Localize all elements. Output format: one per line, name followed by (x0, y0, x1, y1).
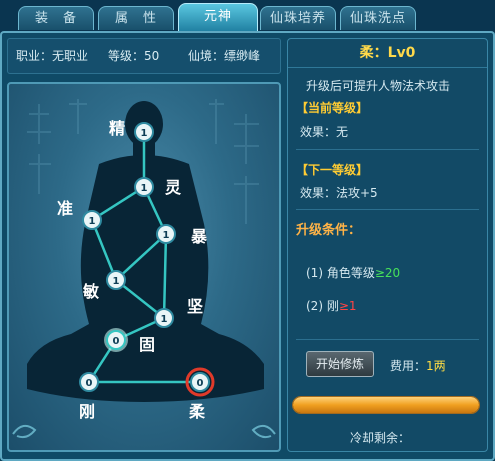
current-effect: 效果：无 (300, 125, 349, 139)
condition-level-value: ≥20 (374, 266, 401, 280)
condition-gang: (2) 刚≥1 (306, 297, 357, 314)
divider (296, 209, 479, 210)
node-label: 灵 (165, 178, 182, 197)
node-level: 1 (161, 314, 168, 325)
level-text: 等级：50 (108, 49, 160, 63)
node-level: 1 (89, 216, 96, 227)
current-level-header: 【当前等级】 (296, 101, 369, 115)
divider (296, 339, 479, 340)
node-label: 坚 (187, 297, 203, 316)
cooldown-bar-fill (293, 397, 479, 413)
cost-label: 费用： (390, 359, 427, 373)
cooldown-label: 冷却剩余： (350, 431, 411, 445)
node-level: 0 (113, 336, 120, 347)
tab-spirit[interactable]: 元神 (178, 3, 258, 32)
node-label: 刚 (79, 402, 95, 421)
node-label: 暴 (190, 227, 208, 246)
tab-pearl-reset[interactable]: 仙珠洗点 (340, 6, 416, 30)
cultivation-window: 装 备 属 性 元神 仙珠培养 仙珠洗点 职业：无职业 等级：50 仙境：缥缈峰 (0, 0, 495, 461)
skill-title: 柔：Lv0 (288, 39, 487, 68)
next-effect: 效果：法攻+5 (300, 186, 378, 200)
node-level: 1 (113, 276, 120, 287)
condition-level-label: (1) 角色等级 (306, 266, 375, 280)
tab-attributes[interactable]: 属 性 (98, 6, 174, 30)
node-level: 0 (197, 378, 204, 389)
node-label: 敏 (82, 282, 100, 301)
start-cultivation-button[interactable]: 开始修炼 (306, 351, 374, 377)
node-level: 0 (86, 378, 93, 389)
condition-gang-label: (2) 刚 (306, 299, 339, 313)
condition-gang-value: ≥1 (338, 299, 357, 313)
profession-text: 职业：无职业 (16, 49, 89, 63)
node-label: 精 (109, 119, 125, 138)
cost-value: 1两 (426, 359, 446, 373)
cost-text: 费用：1两 (390, 357, 446, 374)
divider (296, 149, 479, 150)
node-level: 1 (141, 128, 148, 139)
next-level-header: 【下一等级】 (296, 163, 369, 177)
character-info-bar: 职业：无职业 等级：50 仙境：缥缈峰 (7, 38, 281, 74)
node-label: 柔 (188, 402, 206, 421)
realm-text: 仙境：缥缈峰 (188, 49, 261, 63)
conditions-header: 升级条件： (296, 223, 362, 238)
cooldown-bar (292, 396, 480, 414)
node-label: 固 (139, 335, 155, 354)
meridian-diagram: 1 精 1 灵 1 准 1 暴 1 敏 1 坚 0 固 0 刚 0 柔 (12, 99, 276, 439)
tab-bar: 装 备 属 性 元神 仙珠培养 仙珠洗点 (0, 0, 495, 32)
condition-level: (1) 角色等级≥20 (306, 264, 400, 281)
node-level: 1 (141, 183, 148, 194)
skill-description: 升级后可提升人物法术攻击 (306, 79, 451, 93)
meridian-portrait: 1 精 1 灵 1 准 1 暴 1 敏 1 坚 0 固 0 刚 0 柔 (7, 82, 281, 452)
corner-swirls (12, 424, 276, 439)
detail-panel: 柔：Lv0 升级后可提升人物法术攻击 【当前等级】 效果：无 【下一等级】 效果… (287, 38, 488, 452)
tab-equipment[interactable]: 装 备 (18, 6, 94, 30)
tab-pearl-cultivate[interactable]: 仙珠培养 (260, 6, 336, 30)
node-level: 1 (163, 230, 170, 241)
node-label: 准 (57, 199, 73, 218)
